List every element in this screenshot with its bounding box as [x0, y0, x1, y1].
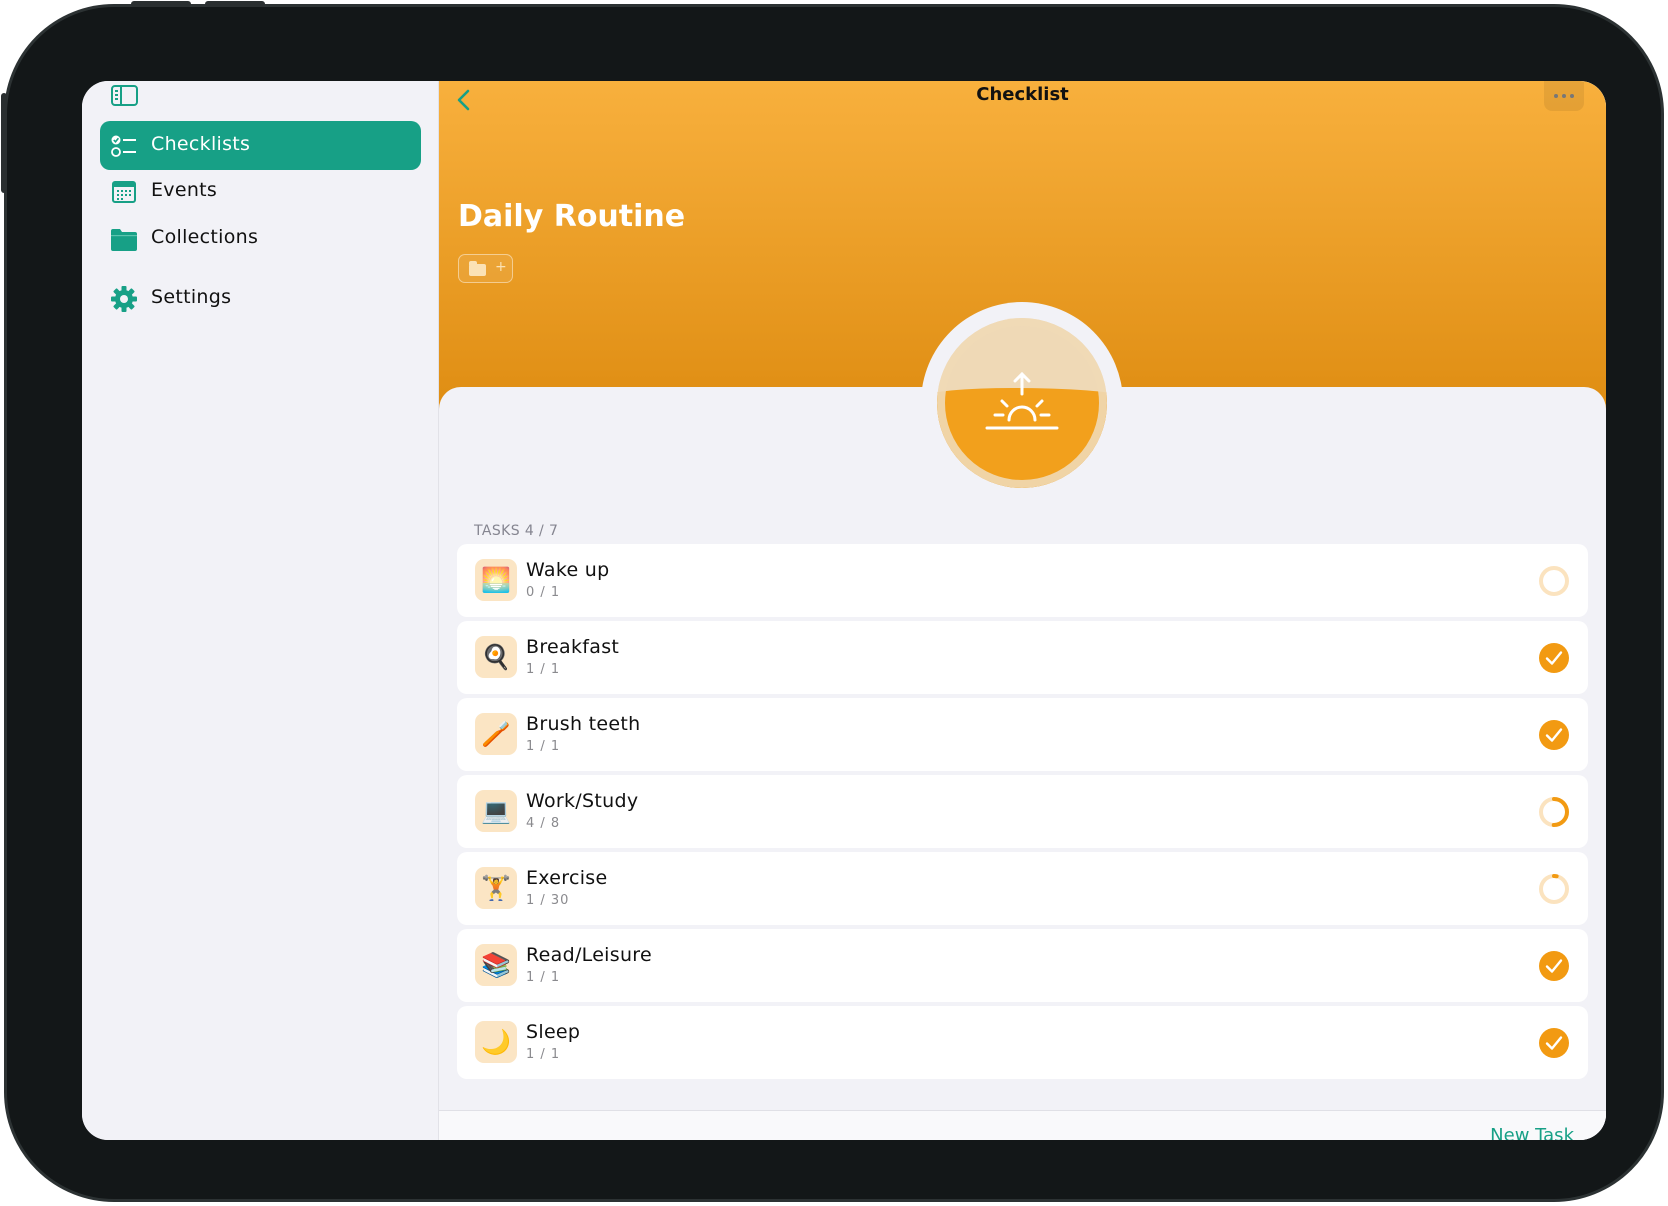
folder-icon [469, 261, 486, 276]
checklist-progress-badge[interactable] [937, 318, 1107, 488]
task-row[interactable]: 🍳 Breakfast 1 / 1 [457, 621, 1588, 694]
add-collection-button[interactable]: + [458, 254, 513, 283]
checklist-title[interactable]: Daily Routine [458, 199, 685, 234]
task-row[interactable]: 💻 Work/Study 4 / 8 [457, 775, 1588, 848]
task-name: Sleep [526, 1021, 581, 1043]
sidebar-item-checklists[interactable]: Checklists [100, 121, 421, 170]
task-emoji: 🌙 [475, 1021, 517, 1063]
task-count: 1 / 30 [526, 893, 570, 908]
task-name: Exercise [526, 867, 608, 889]
progress-ring-icon[interactable] [1537, 795, 1571, 829]
calendar-icon [112, 181, 136, 203]
task-count: 1 / 1 [526, 970, 561, 985]
task-name: Brush teeth [526, 713, 641, 735]
task-row[interactable]: 🌅 Wake up 0 / 1 [457, 544, 1588, 617]
checkmark-circle-icon[interactable] [1537, 1026, 1571, 1060]
side-button [1, 93, 7, 193]
task-name: Breakfast [526, 636, 620, 658]
progress-ring-icon[interactable] [1537, 564, 1571, 598]
screen: Checklists Events Collections Settings C… [82, 81, 1606, 1140]
new-task-button[interactable]: New Task [1490, 1125, 1574, 1140]
checklist-detail: Checklist Daily Routine + TASKS 4 / 7 🌅 … [439, 81, 1606, 1140]
bottom-toolbar: New Task [439, 1110, 1606, 1140]
task-emoji: 📚 [475, 944, 517, 986]
task-row[interactable]: 🏋 Exercise 1 / 30 [457, 852, 1588, 925]
task-name: Wake up [526, 559, 610, 581]
task-name: Work/Study [526, 790, 639, 812]
gear-icon [111, 286, 137, 312]
checkmark-circle-icon[interactable] [1537, 949, 1571, 983]
task-emoji: 💻 [475, 790, 517, 832]
task-emoji: 🪥 [475, 713, 517, 755]
top-button [205, 1, 265, 7]
task-row[interactable]: 📚 Read/Leisure 1 / 1 [457, 929, 1588, 1002]
top-button [131, 1, 191, 7]
ellipsis-icon[interactable] [1544, 81, 1584, 111]
task-emoji: 🍳 [475, 636, 517, 678]
checklist-icon [111, 135, 136, 157]
task-count: 0 / 1 [526, 585, 561, 600]
task-count: 1 / 1 [526, 662, 561, 677]
sidebar: Checklists Events Collections Settings [82, 81, 439, 1140]
progress-ring-icon[interactable] [1537, 872, 1571, 906]
sidebar-item-events[interactable]: Events [100, 167, 421, 216]
task-row[interactable]: 🪥 Brush teeth 1 / 1 [457, 698, 1588, 771]
task-emoji: 🌅 [475, 559, 517, 601]
sidebar-item-settings[interactable]: Settings [100, 274, 421, 323]
task-emoji: 🏋 [475, 867, 517, 909]
plus-label: + [495, 259, 507, 275]
task-count: 4 / 8 [526, 816, 561, 831]
task-name: Read/Leisure [526, 944, 652, 966]
sidebar-item-label: Events [151, 179, 218, 201]
folder-icon [111, 229, 137, 251]
checkmark-circle-icon[interactable] [1537, 641, 1571, 675]
task-count: 1 / 1 [526, 1047, 561, 1062]
sidebar-item-collections[interactable]: Collections [100, 214, 421, 263]
tablet-frame: Checklists Events Collections Settings C… [1, 1, 1664, 1202]
checkmark-circle-icon[interactable] [1537, 718, 1571, 752]
sidebar-toggle-icon[interactable] [111, 85, 138, 106]
sidebar-item-label: Collections [151, 226, 259, 248]
sunrise-icon [985, 371, 1059, 430]
sidebar-item-label: Settings [151, 286, 232, 308]
nav-title: Checklist [976, 84, 1069, 105]
tasks-section-header: TASKS 4 / 7 [474, 523, 559, 539]
sidebar-item-label: Checklists [151, 133, 251, 155]
task-row[interactable]: 🌙 Sleep 1 / 1 [457, 1006, 1588, 1079]
task-count: 1 / 1 [526, 739, 561, 754]
